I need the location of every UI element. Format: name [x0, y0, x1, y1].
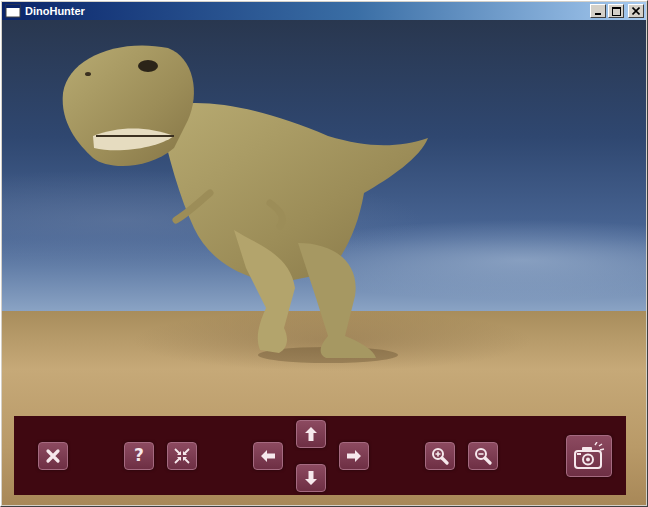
app-window: DinoHunter? [0, 0, 648, 507]
dinosaur-icon [63, 45, 428, 363]
pan-vertical [296, 420, 326, 492]
up-button[interactable] [296, 420, 326, 448]
minimize-icon [594, 7, 602, 15]
close-button[interactable] [38, 442, 68, 470]
toolbar: ? [14, 416, 626, 495]
down-button[interactable] [296, 464, 326, 492]
magnifier-plus-icon [431, 447, 449, 465]
button-group [425, 442, 498, 470]
left-button[interactable] [253, 442, 283, 470]
maximize-window-button[interactable] [608, 4, 624, 18]
zoom-out-button[interactable] [468, 442, 498, 470]
x-icon [44, 447, 62, 465]
arrow-left-icon [259, 447, 277, 465]
minimize-window-button[interactable] [590, 4, 606, 18]
right-button[interactable] [339, 442, 369, 470]
button-group: ? [124, 442, 197, 470]
close-icon [632, 7, 640, 15]
button-group [38, 442, 68, 470]
window-controls [590, 4, 644, 18]
magnifier-minus-icon [474, 447, 492, 465]
camera-button[interactable] [566, 435, 612, 477]
arrow-right-icon [345, 447, 363, 465]
fit-button[interactable] [167, 442, 197, 470]
help-label: ? [134, 447, 144, 464]
zoom-in-button[interactable] [425, 442, 455, 470]
viewport[interactable]: ? [2, 20, 646, 505]
app-window-icon [5, 4, 21, 18]
maximize-icon [612, 7, 621, 16]
title-bar: DinoHunter [2, 2, 646, 20]
close-window-button[interactable] [628, 4, 644, 18]
help-button[interactable]: ? [124, 442, 154, 470]
arrow-up-icon [302, 425, 320, 443]
camera-icon [573, 442, 605, 470]
shrink-arrows-icon [173, 447, 191, 465]
pan-group [253, 420, 369, 492]
button-group [554, 435, 612, 477]
window-title: DinoHunter [25, 5, 586, 17]
arrow-down-icon [302, 469, 320, 487]
